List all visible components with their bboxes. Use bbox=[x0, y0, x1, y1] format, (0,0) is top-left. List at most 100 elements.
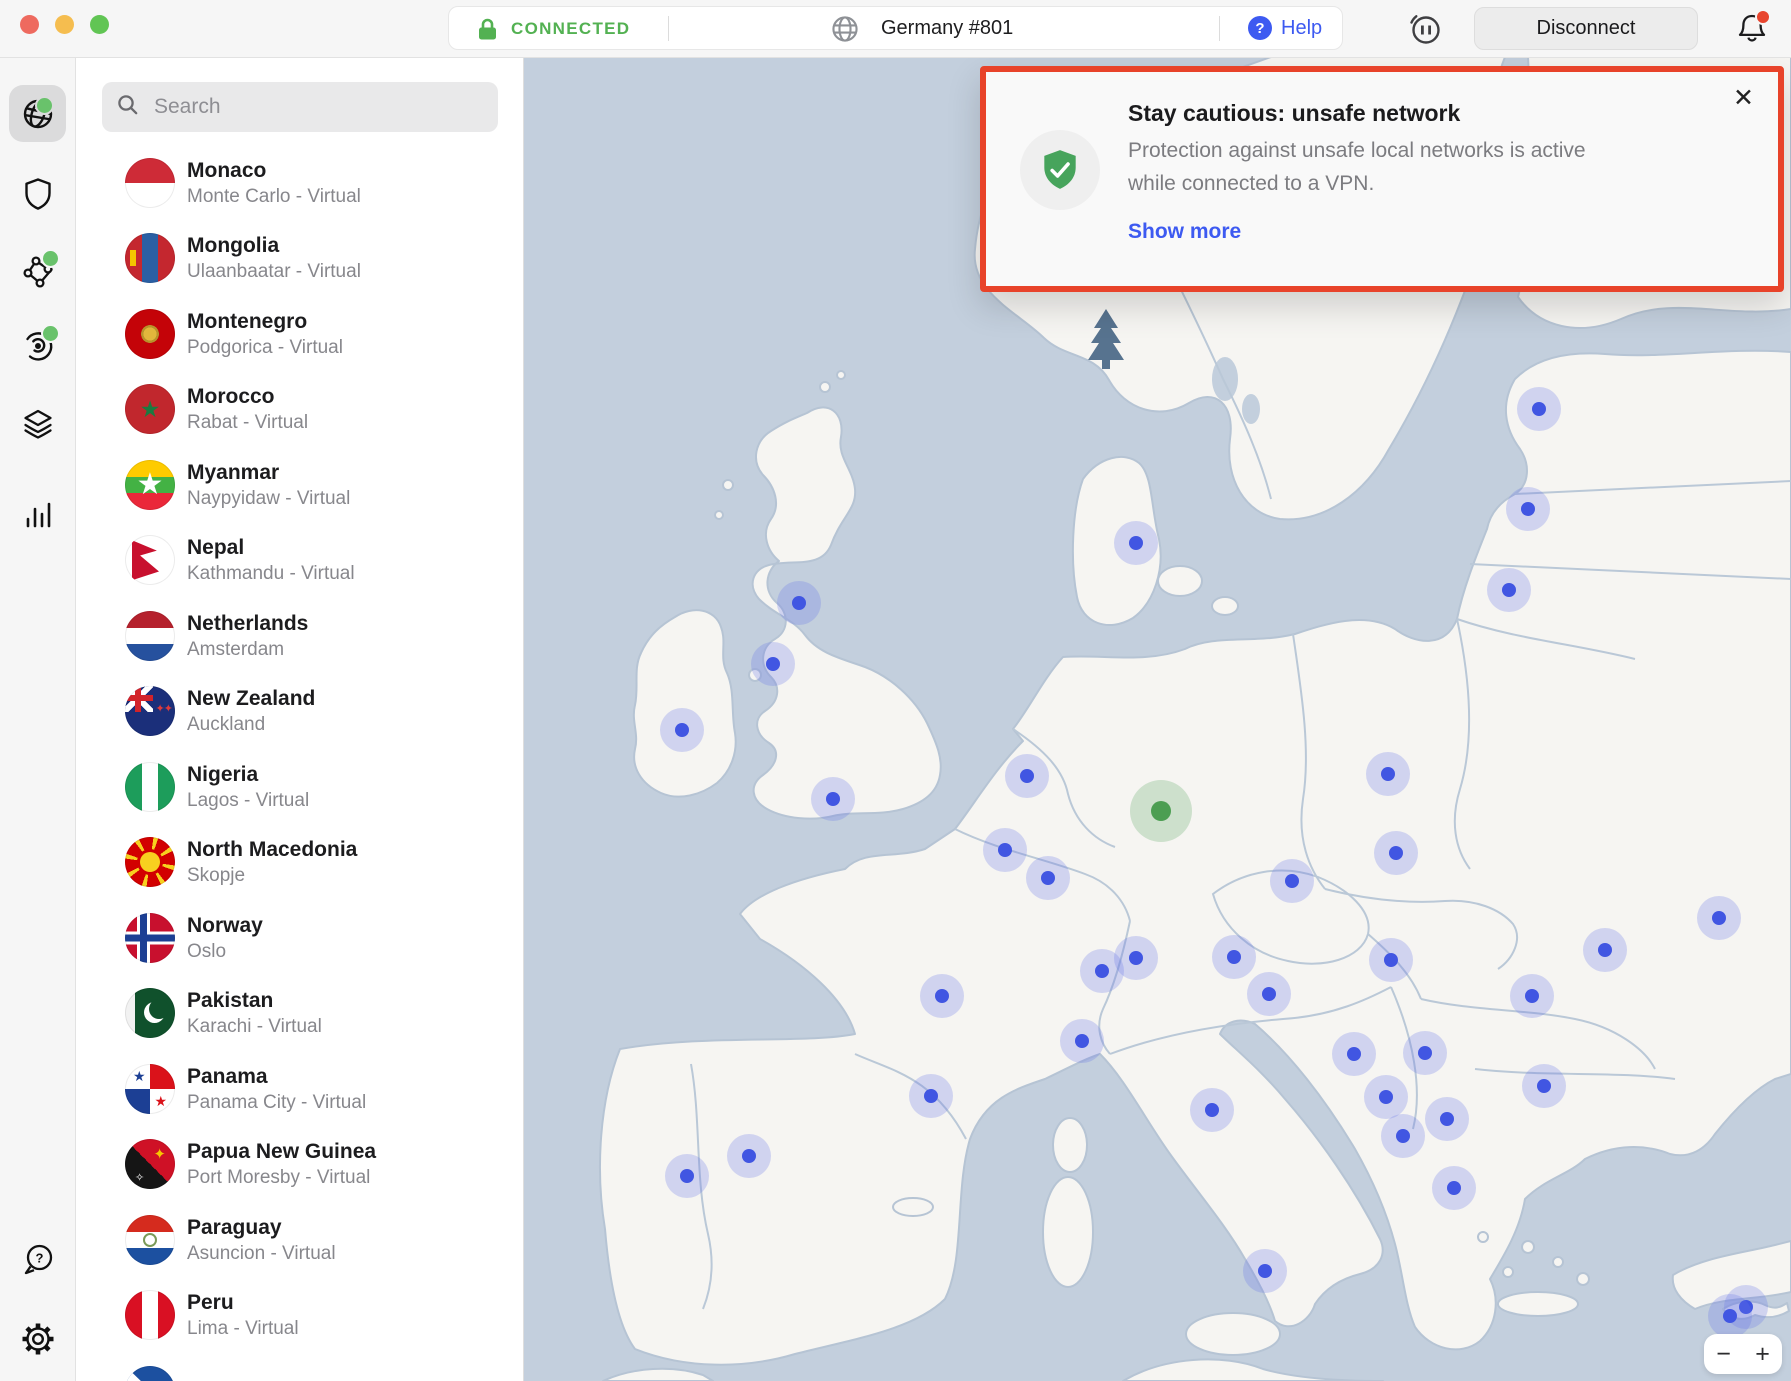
server-pin[interactable] bbox=[1243, 1249, 1287, 1293]
country-row[interactable]: NorwayOslo bbox=[75, 900, 523, 976]
server-pin[interactable] bbox=[1247, 972, 1291, 1016]
country-row[interactable]: Papua New GuineaPort Moresby - Virtual bbox=[75, 1127, 523, 1203]
country-row[interactable]: PanamaPanama City - Virtual bbox=[75, 1051, 523, 1127]
search-input[interactable] bbox=[152, 94, 476, 120]
server-pin[interactable] bbox=[1583, 928, 1627, 972]
pause-connection-button[interactable] bbox=[1404, 8, 1444, 48]
server-pin[interactable] bbox=[1510, 974, 1554, 1018]
gear-icon bbox=[20, 1321, 56, 1357]
server-pin[interactable] bbox=[1212, 935, 1256, 979]
land-sicily bbox=[1186, 1313, 1280, 1355]
country-location: Kathmandu - Virtual bbox=[187, 561, 355, 586]
server-pin[interactable] bbox=[1005, 754, 1049, 798]
disconnect-button[interactable]: Disconnect bbox=[1474, 7, 1698, 50]
server-pin[interactable] bbox=[1114, 936, 1158, 980]
window-minimize-button[interactable] bbox=[55, 15, 74, 34]
server-pin[interactable] bbox=[1506, 487, 1550, 531]
specialty-servers-icon bbox=[20, 253, 56, 289]
sidebar-item-threat-protection[interactable] bbox=[0, 317, 75, 374]
server-pin[interactable] bbox=[1270, 859, 1314, 903]
server-pin[interactable] bbox=[777, 581, 821, 625]
server-pin[interactable] bbox=[1708, 1294, 1752, 1338]
land-ireland bbox=[634, 610, 736, 797]
lock-icon bbox=[477, 18, 498, 46]
globe-icon bbox=[829, 13, 861, 50]
title-bar: CONNECTED Germany #801 ? Help Disconnect bbox=[0, 0, 1791, 58]
zoom-out-button[interactable]: − bbox=[1704, 1334, 1743, 1374]
nigeria-flag-icon bbox=[125, 762, 175, 812]
server-pin[interactable] bbox=[811, 777, 855, 821]
country-row[interactable]: PeruLima - Virtual bbox=[75, 1278, 523, 1354]
country-name: Papua New Guinea bbox=[187, 1138, 376, 1165]
server-pin[interactable] bbox=[1522, 1064, 1566, 1108]
country-row[interactable]: NigeriaLagos - Virtual bbox=[75, 749, 523, 825]
country-location: Amsterdam bbox=[187, 637, 308, 662]
north-macedonia-flag-icon bbox=[125, 837, 175, 887]
sidebar-item-security[interactable] bbox=[0, 165, 75, 222]
server-pin[interactable] bbox=[665, 1154, 709, 1198]
country-row[interactable]: MonacoMonte Carlo - Virtual bbox=[75, 145, 523, 221]
country-row[interactable]: MontenegroPodgorica - Virtual bbox=[75, 296, 523, 372]
server-pin[interactable] bbox=[1366, 752, 1410, 796]
country-row[interactable]: New ZealandAuckland bbox=[75, 674, 523, 750]
server-pin[interactable] bbox=[1374, 831, 1418, 875]
server-pin[interactable] bbox=[1432, 1166, 1476, 1210]
window-close-button[interactable] bbox=[20, 15, 39, 34]
server-pin[interactable] bbox=[1190, 1088, 1234, 1132]
help-icon: ? bbox=[1248, 16, 1272, 40]
server-pin[interactable] bbox=[983, 828, 1027, 872]
search-field[interactable] bbox=[102, 82, 498, 132]
help-button[interactable]: ? Help bbox=[1248, 16, 1322, 40]
country-location: Rabat - Virtual bbox=[187, 410, 308, 435]
sidebar-item-countries[interactable] bbox=[9, 85, 66, 142]
country-row[interactable]: ParaguayAsuncion - Virtual bbox=[75, 1202, 523, 1278]
sidebar-item-multi-layer[interactable] bbox=[0, 395, 75, 452]
connected-location-pin[interactable] bbox=[1130, 780, 1192, 842]
country-location: Naypyidaw - Virtual bbox=[187, 486, 350, 511]
country-row[interactable]: MongoliaUlaanbaatar - Virtual bbox=[75, 221, 523, 297]
server-pin[interactable] bbox=[1114, 521, 1158, 565]
server-pin[interactable] bbox=[1364, 1075, 1408, 1119]
country-row[interactable]: PakistanKarachi - Virtual bbox=[75, 976, 523, 1052]
country-row[interactable]: NetherlandsAmsterdam bbox=[75, 598, 523, 674]
server-pin[interactable] bbox=[1381, 1114, 1425, 1158]
server-pin[interactable] bbox=[727, 1134, 771, 1178]
server-pin[interactable] bbox=[1026, 856, 1070, 900]
land-corsica bbox=[1053, 1118, 1087, 1172]
country-row[interactable]: North MacedoniaSkopje bbox=[75, 825, 523, 901]
map-area[interactable]: Stay cautious: unsafe network Protection… bbox=[523, 57, 1791, 1381]
server-pin[interactable] bbox=[920, 974, 964, 1018]
server-pin[interactable] bbox=[1403, 1031, 1447, 1075]
active-status-badge bbox=[35, 96, 54, 115]
server-pin[interactable] bbox=[1697, 896, 1741, 940]
server-pin[interactable] bbox=[660, 708, 704, 752]
server-pin[interactable] bbox=[1060, 1019, 1104, 1063]
show-more-link[interactable]: Show more bbox=[1128, 220, 1241, 244]
sidebar-item-support[interactable]: ? bbox=[0, 1230, 75, 1287]
server-pin[interactable] bbox=[1487, 568, 1531, 612]
nepal-flag-icon bbox=[125, 535, 175, 585]
zoom-in-button[interactable]: + bbox=[1743, 1334, 1782, 1374]
sidebar-item-settings[interactable] bbox=[0, 1310, 75, 1367]
server-pin[interactable] bbox=[1369, 938, 1413, 982]
close-icon[interactable]: ✕ bbox=[1727, 82, 1760, 114]
window-zoom-button[interactable] bbox=[90, 15, 109, 34]
country-row[interactable]: MyanmarNaypyidaw - Virtual bbox=[75, 447, 523, 523]
server-pin[interactable] bbox=[1517, 387, 1561, 431]
server-pin[interactable] bbox=[909, 1074, 953, 1118]
country-location: Ulaanbaatar - Virtual bbox=[187, 259, 361, 284]
country-list: MonacoMonte Carlo - VirtualMongoliaUlaan… bbox=[75, 145, 523, 1381]
notifications-button[interactable] bbox=[1732, 7, 1774, 49]
server-pin[interactable] bbox=[1425, 1097, 1469, 1141]
notification-dot bbox=[1755, 9, 1771, 25]
nordvpn-window: { "topbar": { "status_label": "CONNECTED… bbox=[0, 0, 1791, 1381]
sidebar-item-statistics[interactable] bbox=[0, 485, 75, 542]
server-pin[interactable] bbox=[751, 642, 795, 686]
shield-check-icon bbox=[1020, 130, 1100, 210]
country-row[interactable]: Philippines bbox=[75, 1353, 523, 1381]
server-pin[interactable] bbox=[1332, 1032, 1376, 1076]
countries-globe-icon bbox=[20, 96, 56, 132]
sidebar-item-specialty-servers[interactable] bbox=[0, 242, 75, 299]
country-row[interactable]: MoroccoRabat - Virtual bbox=[75, 372, 523, 448]
country-row[interactable]: NepalKathmandu - Virtual bbox=[75, 523, 523, 599]
